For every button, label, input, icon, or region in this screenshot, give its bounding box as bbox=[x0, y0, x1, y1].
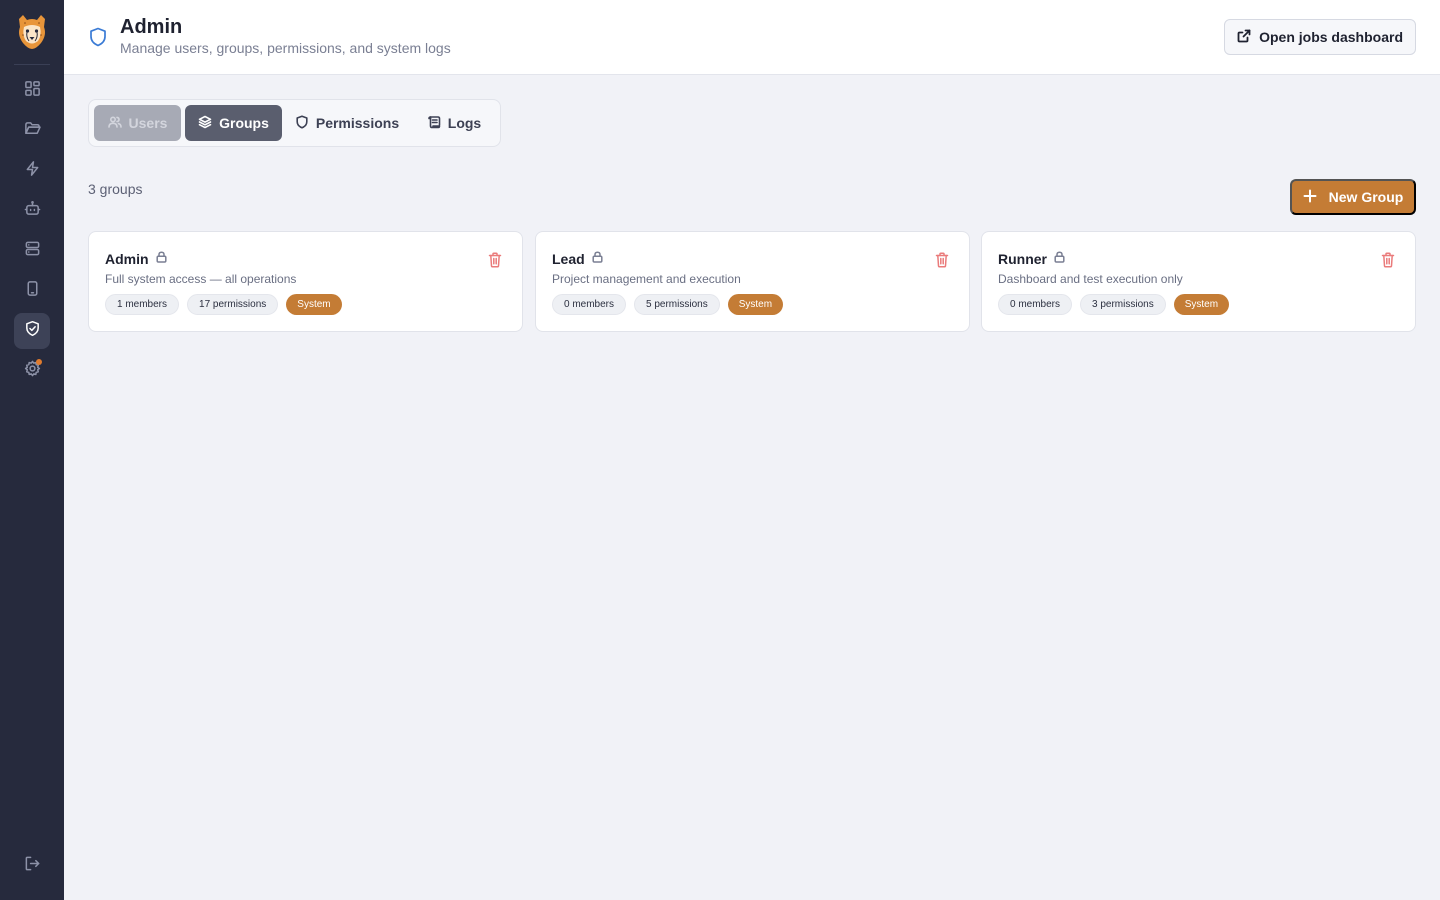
system-badge: System bbox=[727, 294, 784, 315]
page-title: Admin bbox=[120, 16, 183, 38]
trash-icon bbox=[935, 252, 949, 268]
lock-icon bbox=[156, 250, 167, 268]
sidebar-item-projects[interactable] bbox=[14, 113, 50, 149]
folder-icon bbox=[24, 120, 41, 142]
open-jobs-dashboard-button[interactable]: Open jobs dashboard bbox=[1224, 19, 1416, 55]
server-icon bbox=[24, 240, 41, 262]
new-group-label: New Group bbox=[1328, 189, 1404, 205]
delete-group-button[interactable] bbox=[1381, 252, 1395, 268]
trash-icon bbox=[488, 252, 502, 268]
members-badge: 0 members bbox=[998, 294, 1073, 315]
tab-logs-label: Logs bbox=[447, 115, 482, 131]
shield-icon bbox=[295, 114, 309, 132]
external-link-icon bbox=[1237, 29, 1251, 46]
scroll-icon bbox=[427, 115, 441, 132]
lock-icon bbox=[1054, 250, 1065, 268]
sidebar-item-settings[interactable] bbox=[14, 353, 50, 389]
tab-groups-label: Groups bbox=[219, 115, 269, 131]
robot-icon bbox=[24, 200, 41, 222]
notification-dot bbox=[36, 359, 42, 365]
new-group-button[interactable]: New Group bbox=[1290, 179, 1416, 215]
logout-icon bbox=[24, 855, 41, 877]
cheetah-logo[interactable] bbox=[14, 13, 50, 51]
tab-groups[interactable]: Groups bbox=[185, 105, 282, 141]
sidebar-item-dashboard[interactable] bbox=[14, 73, 50, 109]
group-name: Admin bbox=[105, 251, 149, 267]
page-header: Admin Manage users, groups, permissions,… bbox=[64, 0, 1440, 75]
group-name: Runner bbox=[998, 251, 1047, 267]
group-description: Full system access — all operations bbox=[105, 272, 297, 286]
sidebar-item-jobs[interactable] bbox=[14, 153, 50, 189]
tab-permissions[interactable]: Permissions bbox=[290, 105, 404, 141]
tab-users[interactable]: Users bbox=[94, 105, 181, 141]
permissions-badge: 3 permissions bbox=[1080, 294, 1166, 315]
group-card-runner[interactable]: Runner Dashboard and test execution only… bbox=[981, 231, 1416, 332]
sidebar-item-devices[interactable] bbox=[14, 273, 50, 309]
group-count: 3 groups bbox=[88, 181, 143, 197]
open-jobs-dashboard-label: Open jobs dashboard bbox=[1259, 29, 1403, 45]
shield-check-icon bbox=[24, 320, 41, 342]
lightning-icon bbox=[24, 160, 41, 182]
lock-icon bbox=[592, 250, 603, 268]
delete-group-button[interactable] bbox=[488, 252, 502, 268]
admin-tabs: Users Groups Permissions Logs bbox=[88, 99, 501, 147]
system-badge: System bbox=[1173, 294, 1230, 315]
system-badge: System bbox=[286, 294, 342, 315]
delete-group-button[interactable] bbox=[935, 252, 949, 268]
page-subtitle: Manage users, groups, permissions, and s… bbox=[120, 40, 451, 56]
plus-icon bbox=[1303, 189, 1317, 206]
sidebar-item-servers[interactable] bbox=[14, 233, 50, 269]
layers-icon bbox=[198, 115, 212, 132]
shield-icon bbox=[89, 27, 107, 47]
permissions-badge: 17 permissions bbox=[187, 294, 279, 315]
group-name: Lead bbox=[552, 251, 585, 267]
tab-logs[interactable]: Logs bbox=[419, 105, 489, 141]
sidebar-item-admin[interactable] bbox=[14, 313, 50, 349]
members-badge: 0 members bbox=[552, 294, 627, 315]
sidebar-item-agents[interactable] bbox=[14, 193, 50, 229]
sidebar-divider bbox=[14, 64, 50, 65]
members-badge: 1 members bbox=[105, 294, 180, 315]
tab-permissions-label: Permissions bbox=[315, 115, 400, 131]
logout-button[interactable] bbox=[14, 848, 50, 884]
permissions-badge: 5 permissions bbox=[634, 294, 720, 315]
group-description: Project management and execution bbox=[552, 272, 741, 286]
grid-icon bbox=[24, 80, 41, 102]
group-description: Dashboard and test execution only bbox=[998, 272, 1183, 286]
mobile-icon bbox=[24, 280, 41, 302]
group-card-lead[interactable]: Lead Project management and execution 0 … bbox=[535, 231, 970, 332]
users-icon bbox=[107, 115, 122, 132]
sidebar bbox=[0, 0, 64, 900]
tab-users-label: Users bbox=[128, 115, 168, 131]
group-card-admin[interactable]: Admin Full system access — all operation… bbox=[88, 231, 523, 332]
trash-icon bbox=[1381, 252, 1395, 268]
